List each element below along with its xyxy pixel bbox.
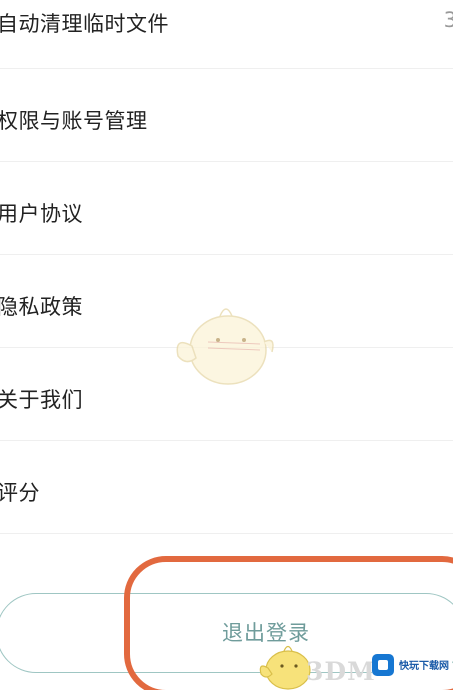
settings-screen: 自动清理临时文件 3 权限与账号管理 用户协议 隐私政策 关于我们 评分 退出登…	[0, 0, 453, 690]
setting-rating[interactable]: 评分	[0, 441, 453, 534]
settings-list: 自动清理临时文件 3 权限与账号管理 用户协议 隐私政策 关于我们 评分	[0, 0, 453, 534]
site-logo-icon	[372, 654, 394, 676]
setting-user-agreement[interactable]: 用户协议	[0, 162, 453, 255]
mascot-watermark-icon	[176, 308, 274, 385]
setting-label: 关于我们	[0, 388, 83, 412]
site-badge: 快玩下载网	[372, 651, 452, 679]
setting-permissions-account[interactable]: 权限与账号管理	[0, 69, 453, 162]
setting-auto-clear-temp-files[interactable]: 自动清理临时文件 3	[0, 0, 453, 69]
watermark-3dm: 3DM	[306, 657, 376, 686]
setting-value: 3	[443, 8, 453, 32]
setting-label: 自动清理临时文件	[0, 12, 169, 36]
setting-label: 评分	[0, 481, 40, 505]
setting-label: 隐私政策	[0, 295, 83, 319]
setting-label: 用户协议	[0, 202, 83, 226]
setting-label: 权限与账号管理	[0, 109, 148, 133]
site-badge-text: 快玩下载网	[399, 661, 449, 672]
